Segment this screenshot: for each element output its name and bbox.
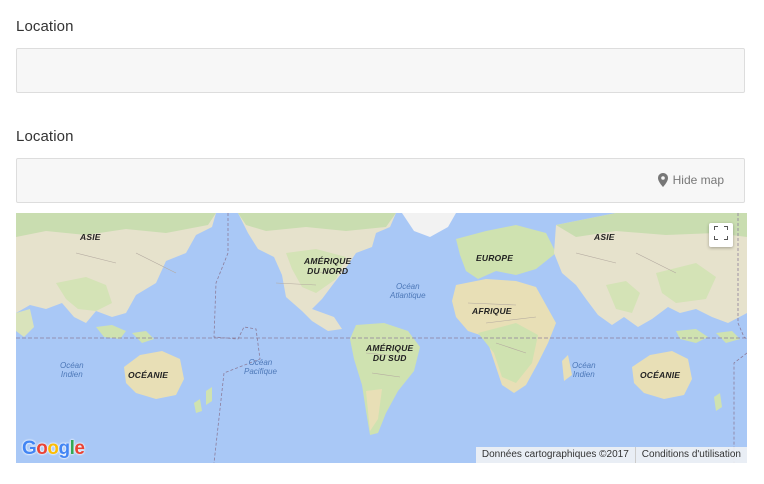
continent-label-oceania: OCÉANIE: [128, 370, 169, 380]
ocean-label-atlantic: Océan Atlantique: [390, 282, 426, 300]
continent-label-oceania: OCÉANIE: [640, 370, 681, 380]
ocean-label-indian: Océan Indien: [60, 361, 84, 379]
location-label: Location: [16, 128, 74, 145]
continent-label-asia: ASIE: [594, 232, 615, 242]
ocean-label-pacific: Océan Pacifique: [244, 358, 277, 376]
location-input-with-map[interactable]: Hide map: [16, 158, 745, 203]
continent-label-europe: EUROPE: [476, 253, 514, 263]
world-map[interactable]: ASIE ASIE AMÉRIQUE DU NORD EUROPE AFRIQU…: [16, 213, 747, 463]
location-label: Location: [16, 18, 74, 35]
hide-map-button[interactable]: Hide map: [657, 173, 724, 187]
hide-map-label: Hide map: [672, 173, 724, 187]
page: Location Location Hide map ASIE ASIE AMÉ…: [0, 0, 764, 484]
fullscreen-button[interactable]: [709, 223, 733, 247]
google-logo[interactable]: Google: [22, 438, 85, 460]
continent-label-south-america: AMÉRIQUE DU SUD: [366, 343, 414, 363]
map-pin-icon: [657, 173, 668, 187]
map-data-credit: Données cartographiques ©2017: [475, 447, 635, 463]
continent-label-asia: ASIE: [80, 232, 101, 242]
continent-label-africa: AFRIQUE: [472, 306, 512, 316]
fullscreen-icon: [713, 224, 729, 245]
world-map-graphic: [16, 213, 747, 463]
map-attribution: Données cartographiques ©2017 Conditions…: [475, 447, 747, 463]
location-input[interactable]: [16, 48, 745, 93]
terms-of-use-link[interactable]: Conditions d'utilisation: [634, 447, 747, 463]
continent-label-north-america: AMÉRIQUE DU NORD: [304, 256, 352, 276]
ocean-label-indian: Océan Indien: [572, 361, 596, 379]
